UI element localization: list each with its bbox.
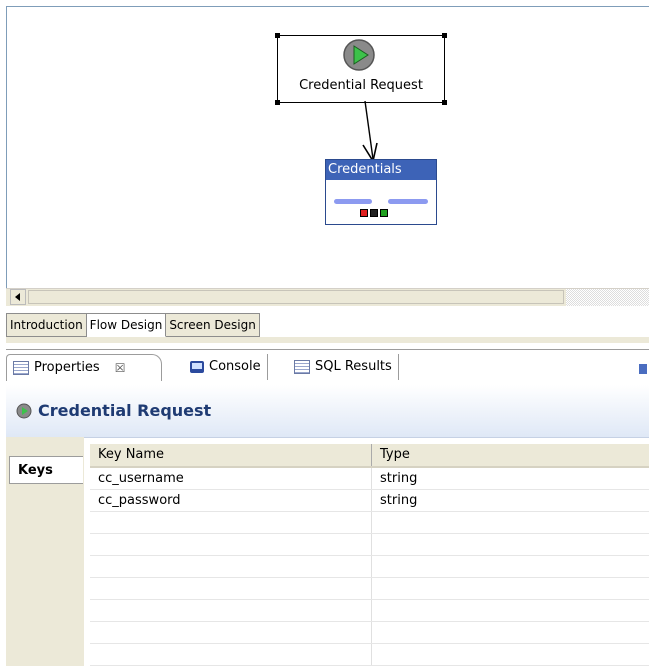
keys-table: Key Name Type cc_username string cc_passwo… <box>90 444 649 666</box>
scrollbar-track[interactable] <box>566 289 649 306</box>
selection-handle[interactable] <box>275 33 280 38</box>
screen-node-credentials[interactable]: Credentials <box>325 159 437 225</box>
start-play-icon <box>343 39 375 71</box>
cell-key-name <box>90 512 372 533</box>
cell-type <box>372 600 649 621</box>
view-tab-bar: Properties ☒ Console SQL Results <box>6 349 649 386</box>
table-row[interactable] <box>90 556 649 578</box>
column-header-key-name[interactable]: Key Name <box>90 444 372 466</box>
properties-icon <box>13 361 29 375</box>
tab-introduction[interactable]: Introduction <box>6 313 87 337</box>
port-red-icon[interactable] <box>360 209 368 217</box>
table-row[interactable] <box>90 644 649 666</box>
tab-screen-design[interactable]: Screen Design <box>166 313 260 337</box>
sql-results-icon <box>294 360 310 374</box>
console-icon <box>190 361 204 373</box>
page-title: Credential Request <box>16 401 211 420</box>
horizontal-scrollbar[interactable] <box>6 288 649 306</box>
screen-node-body <box>326 181 436 223</box>
properties-side-tabs: Keys <box>6 437 84 666</box>
tab-flow-design[interactable]: Flow Design <box>86 313 167 337</box>
table-row[interactable] <box>90 600 649 622</box>
cell-type <box>372 644 649 665</box>
properties-title: Credential Request <box>38 401 212 420</box>
table-header: Key Name Type <box>90 444 649 468</box>
tab-properties-label: Properties <box>34 360 100 375</box>
editor-tabs: Introduction Flow Design Screen Design <box>6 313 260 337</box>
column-header-type[interactable]: Type <box>372 444 649 466</box>
cell-key-name <box>90 644 372 665</box>
tab-console[interactable]: Console <box>184 354 268 380</box>
table-row[interactable]: cc_password string <box>90 490 649 512</box>
cell-type <box>372 534 649 555</box>
scroll-left-arrow-icon[interactable] <box>10 289 26 305</box>
selection-handle[interactable] <box>442 33 447 38</box>
cell-type <box>372 512 649 533</box>
screen-field-placeholder <box>334 199 372 204</box>
selection-handle[interactable] <box>442 100 447 105</box>
table-row[interactable] <box>90 534 649 556</box>
selection-handle[interactable] <box>275 100 280 105</box>
cell-type <box>372 622 649 643</box>
flow-canvas[interactable]: Credential Request Credentials <box>6 6 649 289</box>
close-icon[interactable]: ☒ <box>115 355 126 381</box>
screen-field-placeholder <box>388 199 428 204</box>
side-tab-keys[interactable]: Keys <box>9 456 83 484</box>
cell-type: string <box>380 471 418 486</box>
cell-key-name <box>90 556 372 577</box>
properties-header: Credential Request <box>6 385 649 438</box>
view-menu-icon[interactable] <box>639 364 647 374</box>
cell-type <box>372 556 649 577</box>
table-row[interactable] <box>90 578 649 600</box>
table-row[interactable] <box>90 512 649 534</box>
cell-key-name: cc_password <box>90 490 372 511</box>
tab-sql-results[interactable]: SQL Results <box>288 354 399 380</box>
tab-sql-results-label: SQL Results <box>315 359 392 374</box>
scrollbar-thumb[interactable] <box>28 290 564 304</box>
table-row[interactable]: cc_username string <box>90 468 649 490</box>
cell-key-name <box>90 534 372 555</box>
screen-node-title: Credentials <box>326 160 436 181</box>
start-node-label: Credential Request <box>299 78 423 93</box>
cell-type <box>372 578 649 599</box>
cell-key-name: cc_username <box>90 468 372 489</box>
cell-type: string <box>380 493 418 508</box>
editor-tab-strip <box>6 337 649 343</box>
port-black-icon[interactable] <box>370 209 378 217</box>
start-play-icon <box>16 403 32 418</box>
cell-key-name <box>90 622 372 643</box>
start-node-credential-request[interactable]: Credential Request <box>275 33 447 105</box>
tab-console-label: Console <box>209 359 261 374</box>
flow-connector-arrow[interactable] <box>361 101 381 165</box>
cell-key-name <box>90 578 372 599</box>
screen-node-ports <box>360 209 388 217</box>
tab-properties[interactable]: Properties ☒ <box>6 354 162 381</box>
port-green-icon[interactable] <box>380 209 388 217</box>
table-row[interactable] <box>90 622 649 644</box>
cell-key-name <box>90 600 372 621</box>
